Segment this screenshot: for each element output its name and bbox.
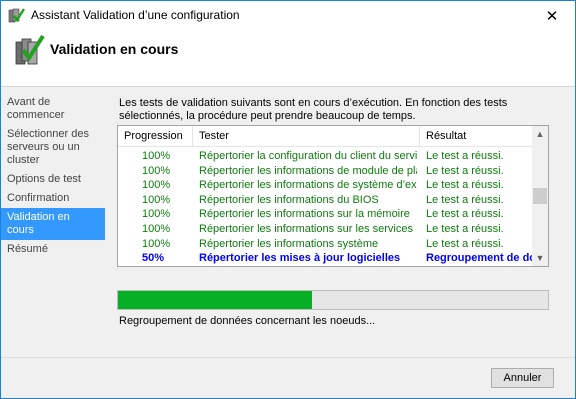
row-result: Le test a réussi.	[426, 208, 504, 221]
vertical-scrollbar[interactable]: ▲ ▼	[532, 126, 548, 266]
row-progress: 50%	[142, 252, 165, 265]
row-test: Répertorier les informations du BIOS	[199, 193, 379, 206]
page-header: Validation en cours	[1, 31, 575, 87]
row-result: Le test a réussi.	[426, 164, 504, 177]
close-button[interactable]: ✕	[529, 1, 575, 31]
table-row[interactable]: 100% Répertorier les informations sur la…	[118, 207, 532, 222]
row-progress: 100%	[142, 193, 171, 206]
table-row[interactable]: 100% Répertorier les informations de mod…	[118, 164, 532, 179]
app-icon	[8, 7, 26, 24]
step-validating[interactable]: Validation en cours	[1, 208, 105, 240]
row-progress: 100%	[142, 237, 171, 250]
scroll-down-icon[interactable]: ▼	[532, 250, 548, 266]
row-progress: 100%	[142, 150, 171, 162]
table-row[interactable]: 100% Répertorier les informations sur le…	[118, 222, 532, 237]
wizard-window: Assistant Validation d’une configuration…	[0, 0, 576, 399]
row-test: Répertorier les informations sur les ser…	[199, 222, 413, 235]
row-progress: 100%	[142, 179, 171, 192]
row-result: Regroupement de don	[426, 252, 532, 265]
row-result: Le test a réussi.	[426, 179, 504, 192]
row-progress: 100%	[142, 208, 171, 221]
window-title: Assistant Validation d’une configuration	[31, 8, 240, 22]
row-test: Répertorier les informations sur la mémo…	[199, 208, 410, 221]
step-test-options[interactable]: Options de test	[1, 170, 105, 189]
table-row[interactable]: 100% Répertorier les informations du BIO…	[118, 193, 532, 208]
table-row-current[interactable]: 50% Répertorier les mises à jour logicie…	[118, 251, 532, 266]
row-test: Répertorier les informations système	[199, 237, 379, 250]
cancel-button[interactable]: Annuler	[491, 368, 554, 388]
title-bar: Assistant Validation d’une configuration…	[1, 1, 575, 31]
table-row[interactable]: 100% Répertorier les informations systèm…	[118, 237, 532, 252]
row-result: Le test a réussi.	[426, 222, 504, 235]
list-header: Progression Tester Résultat	[118, 126, 532, 147]
row-test: Répertorier les informations de module d…	[199, 164, 417, 177]
row-test: Répertorier la configuration du client d…	[199, 150, 417, 162]
wizard-steps: Avant de commencer Sélectionner des serv…	[1, 93, 105, 259]
row-progress: 100%	[142, 222, 171, 235]
step-summary[interactable]: Résumé	[1, 240, 105, 259]
list-rows: 100% Répertorier la configuration du cli…	[118, 149, 532, 266]
step-before-you-begin[interactable]: Avant de commencer	[1, 93, 105, 125]
scroll-up-icon[interactable]: ▲	[532, 126, 548, 142]
page-title: Validation en cours	[50, 41, 179, 57]
row-test: Répertorier les mises à jour logicielles	[199, 252, 401, 265]
row-result: Le test a réussi.	[426, 237, 504, 250]
cluster-validation-icon	[14, 33, 46, 67]
table-row[interactable]: 100% Répertorier les informations de sys…	[118, 178, 532, 193]
intro-text: Les tests de validation suivants sont en…	[119, 97, 508, 122]
column-result[interactable]: Résultat	[420, 126, 532, 146]
scroll-thumb[interactable]	[533, 188, 547, 204]
column-test[interactable]: Tester	[193, 126, 420, 146]
progress-bar	[117, 290, 549, 310]
table-row[interactable]: 100% Répertorier la configuration du cli…	[118, 149, 532, 164]
row-result: Le test a réussi.	[426, 193, 504, 206]
test-list[interactable]: Progression Tester Résultat 100% Réperto…	[117, 125, 549, 267]
close-icon: ✕	[545, 8, 559, 25]
status-text: Regroupement de données concernant les n…	[119, 315, 376, 327]
step-confirmation[interactable]: Confirmation	[1, 189, 105, 208]
row-result: Le test a réussi.	[426, 150, 504, 162]
column-progress[interactable]: Progression	[118, 126, 193, 146]
row-test: Répertorier les informations de système …	[199, 179, 417, 192]
step-select-servers[interactable]: Sélectionner des serveurs ou un cluster	[1, 125, 105, 170]
row-progress: 100%	[142, 164, 171, 177]
footer-divider	[1, 357, 575, 358]
progress-fill	[118, 291, 312, 309]
